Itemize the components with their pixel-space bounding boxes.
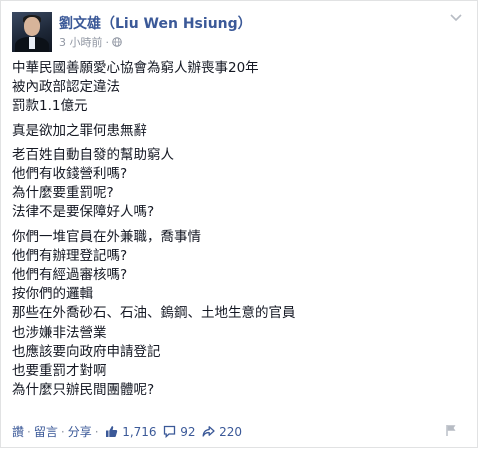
post-meta: 3 小時前 · [59,34,122,50]
comment-icon[interactable] [163,425,176,438]
text-line: 也應該要向政府申請登記 [12,343,161,360]
text-line: 被內政部認定違法 [12,79,120,96]
paragraph: 老百姓自動自發的幫助窮人 他們有收錢營利嗎? 為什麼要重罰呢? 法律不是要保障好… [12,146,467,223]
post-timestamp[interactable]: 3 小時前 [59,36,103,49]
like-count[interactable]: 1,716 [122,425,156,439]
text-line: 罰款1.1億元 [12,98,88,115]
globe-icon[interactable] [112,37,122,47]
text-line: 為什麼只辦民間團體呢? [12,382,155,399]
paragraph: 你們一堆官員在外兼職，喬事情 他們有辦理登記嗎? 他們有經過審核嗎? 按你們的邏… [12,228,467,401]
text-line: 他們有經過審核嗎? [12,267,128,284]
paragraph: 真是欲加之罪何患無辭 [12,122,467,141]
text-line: 法律不是要保障好人嗎? [12,204,155,221]
author-name[interactable]: 劉文雄（Liu Wen Hsiung） [59,13,252,33]
share-count[interactable]: 220 [219,425,242,439]
meta-separator: · [105,36,110,49]
like-link[interactable]: 讚 [12,425,24,439]
comment-link[interactable]: 留言 [34,425,58,439]
text-line: 也涉嫌非法營業 [12,324,107,341]
chevron-down-icon[interactable] [449,13,463,23]
paragraph: 中華民國善願愛心協會為窮人辦喪事20年 被內政部認定違法 罰款1.1億元 [12,59,467,117]
comment-count[interactable]: 92 [180,425,195,439]
text-line: 中華民國善願愛心協會為窮人辦喪事20年 [12,60,259,76]
author-avatar[interactable] [12,12,52,52]
post-body: 中華民國善願愛心協會為窮人辦喪事20年 被內政部認定違法 罰款1.1億元 真是欲… [12,59,467,405]
action-separator: · [27,425,31,439]
thumbs-up-icon[interactable] [105,425,118,438]
text-line: 真是欲加之罪何患無辭 [12,122,147,139]
share-link[interactable]: 分享 [68,425,92,439]
text-line: 你們一堆官員在外兼職，喬事情 [12,228,201,245]
text-line: 按你們的邏輯 [12,286,93,303]
share-arrow-icon[interactable] [202,425,215,438]
action-separator: · [94,425,99,439]
text-line: 他們有辦理登記嗎? [12,247,128,264]
text-line: 他們有收錢營利嗎? [12,166,128,183]
text-line: 也要重罰才對啊 [12,363,107,380]
flag-icon[interactable] [445,424,457,436]
text-line: 那些在外喬砂石、石油、鎢鋼、土地生意的官員 [12,305,296,322]
post-card: 劉文雄（Liu Wen Hsiung） 3 小時前 · 中華民國善願愛心協會為窮人… [0,0,478,448]
action-separator: · [60,425,65,439]
text-line: 老百姓自動自發的幫助窮人 [12,146,174,163]
text-line: 為什麼要重罰呢? [12,185,114,202]
action-bar: 讚 · 留言 · 分享 · 1,716 92 220 [12,423,242,440]
